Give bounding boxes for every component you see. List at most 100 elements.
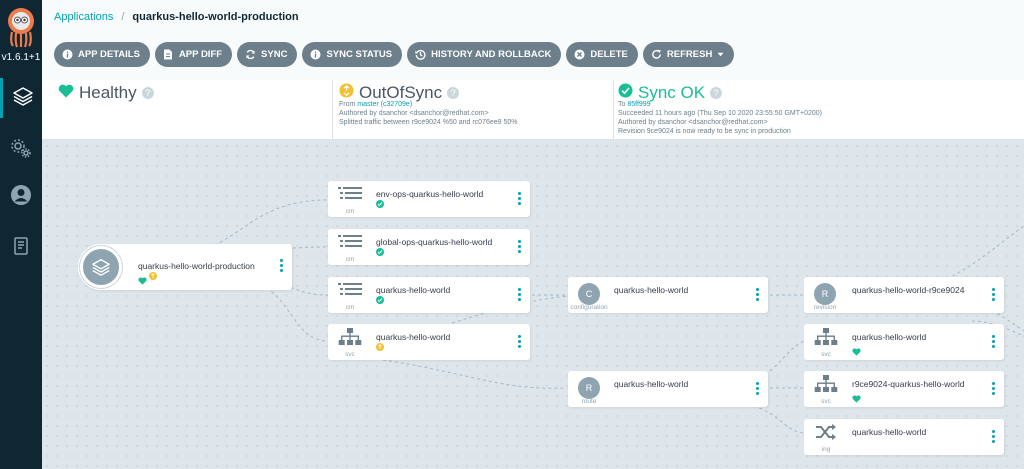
node-name: quarkus-hello-world: [376, 332, 451, 342]
synced-icon: [376, 296, 384, 304]
node-menu[interactable]: [756, 382, 760, 395]
network-icon: [814, 375, 838, 398]
node-menu[interactable]: [518, 288, 522, 301]
sync-status: OutOfSync ? From master (c32709e) Author…: [332, 80, 613, 140]
refresh-label: REFRESH: [666, 49, 713, 60]
node-name: quarkus-hello-world: [614, 379, 689, 389]
cm-node-env-ops[interactable]: cm env-ops-quarkus-hello-world: [328, 181, 530, 217]
route-node[interactable]: R route quarkus-hello-world: [568, 371, 768, 407]
heart-icon: [58, 83, 74, 103]
revision-letter-icon: R: [814, 283, 836, 305]
app-details-button[interactable]: APP DETAILS: [54, 42, 150, 67]
cm-node-global-ops[interactable]: cm global-ops-quarkus-hello-world: [328, 229, 530, 265]
configuration-letter-icon: C: [578, 283, 600, 305]
to-prefix: To: [618, 101, 626, 108]
sidebar: v1.6.1+1: [0, 0, 42, 469]
refresh-button[interactable]: REFRESH: [642, 42, 735, 67]
sync-author: Authored by dsanchor <dsanchor@redhat.co…: [339, 110, 489, 117]
from-prefix: From: [339, 101, 356, 108]
gears-icon: [10, 137, 32, 164]
node-menu[interactable]: [518, 192, 522, 205]
out-of-sync-icon: [376, 343, 384, 351]
edge: [249, 280, 329, 342]
breadcrumb-applications-link[interactable]: Applications: [54, 11, 113, 23]
list-icon: [338, 186, 362, 207]
from-revision-link[interactable]: master (c32709e): [357, 101, 412, 108]
app-diff-button[interactable]: APP DIFF: [154, 42, 233, 67]
operation-author: Authored by dsanchor <dsanchor@redhat.co…: [618, 119, 768, 126]
ingress-node[interactable]: ing quarkus-hello-world: [804, 419, 1004, 455]
node-menu[interactable]: [756, 288, 760, 301]
history-icon: [415, 49, 426, 60]
heart-icon: [138, 272, 147, 290]
sync-button[interactable]: SYNC: [237, 42, 298, 67]
sidebar-item-settings[interactable]: [0, 130, 42, 170]
revision-node[interactable]: R revision quarkus-hello-world-r9ce9024: [804, 277, 1004, 313]
node-name: quarkus-hello-world-r9ce9024: [852, 285, 965, 295]
app-details-label: APP DETAILS: [78, 49, 140, 60]
node-menu[interactable]: [992, 335, 996, 348]
edge: [376, 358, 566, 389]
app-node-root[interactable]: quarkus-hello-world-production: [78, 244, 292, 290]
synced-icon: [376, 200, 384, 208]
sync-status-label: SYNC STATUS: [326, 49, 393, 60]
sync-message: Splitted traffic between r9ce9024 %50 an…: [339, 119, 518, 126]
node-menu[interactable]: [280, 259, 284, 272]
history-rollback-label: HISTORY AND ROLLBACK: [431, 49, 552, 60]
breadcrumb-current: quarkus-hello-world-production: [132, 11, 299, 23]
delete-label: DELETE: [590, 49, 628, 60]
operation-label: Sync OK: [638, 83, 706, 102]
layers-icon: [80, 246, 122, 288]
refresh-icon: [651, 49, 662, 60]
list-icon: [338, 234, 362, 255]
user-icon: [10, 184, 32, 211]
edge: [946, 225, 1024, 280]
node-menu[interactable]: [992, 430, 996, 443]
question-icon[interactable]: ?: [141, 87, 154, 99]
node-kind: revision: [813, 304, 837, 311]
delete-button[interactable]: DELETE: [566, 42, 638, 67]
sidebar-item-docs[interactable]: [0, 228, 42, 268]
sync-icon: [245, 49, 256, 60]
node-kind: cm: [345, 304, 355, 311]
out-of-sync-icon: [339, 83, 354, 103]
node-kind: cm: [345, 208, 355, 215]
svc-node-quarkus[interactable]: svc quarkus-hello-world: [328, 324, 530, 360]
question-icon[interactable]: ?: [710, 87, 723, 99]
operation-status: Sync OK ? To 85ff999 Succeeded 11 hours …: [613, 80, 1024, 140]
node-name: env-ops-quarkus-hello-world: [376, 189, 484, 199]
resource-graph[interactable]: quarkus-hello-world-production cm env-op…: [42, 141, 1024, 469]
sync-status-button[interactable]: SYNC STATUS: [302, 42, 403, 67]
file-icon: [163, 49, 174, 60]
edge: [769, 340, 805, 372]
node-kind: svc: [345, 351, 355, 358]
node-menu[interactable]: [992, 382, 996, 395]
operation-message: Revision 9ce9024 is now ready to be sync…: [618, 128, 791, 135]
sidebar-item-user-info[interactable]: [0, 177, 42, 217]
cm-node-quarkus[interactable]: cm quarkus-hello-world: [328, 277, 530, 313]
edge: [741, 402, 805, 434]
configuration-node[interactable]: C configuration quarkus-hello-world: [568, 277, 768, 313]
synced-icon: [376, 248, 384, 256]
node-menu[interactable]: [518, 335, 522, 348]
toolbar: APP DETAILS APP DIFF SYNC SYNC STATUS HI…: [54, 42, 735, 67]
health-status: Healthy ?: [42, 80, 332, 140]
question-icon[interactable]: ?: [447, 87, 460, 99]
svc-node-r9ce9024[interactable]: svc r9ce9024-quarkus-hello-world: [804, 371, 1004, 407]
app-diff-label: APP DIFF: [178, 49, 223, 60]
check-circle-icon: [618, 83, 633, 103]
svc-node-quarkus-2[interactable]: svc quarkus-hello-world: [804, 324, 1004, 360]
network-icon: [814, 328, 838, 351]
heart-icon: [852, 343, 861, 361]
history-rollback-button[interactable]: HISTORY AND ROLLBACK: [407, 42, 562, 67]
breadcrumb: Applications / quarkus-hello-world-produ…: [54, 11, 299, 23]
info-icon: [310, 49, 321, 60]
node-menu[interactable]: [518, 240, 522, 253]
argo-logo[interactable]: [6, 6, 36, 48]
sync-label: SYNC: [261, 49, 288, 60]
sidebar-item-applications[interactable]: [0, 78, 42, 118]
node-menu[interactable]: [992, 288, 996, 301]
health-label: Healthy: [79, 83, 137, 102]
caret-down-icon: [717, 49, 724, 60]
to-revision-link[interactable]: 85ff999: [627, 101, 650, 108]
